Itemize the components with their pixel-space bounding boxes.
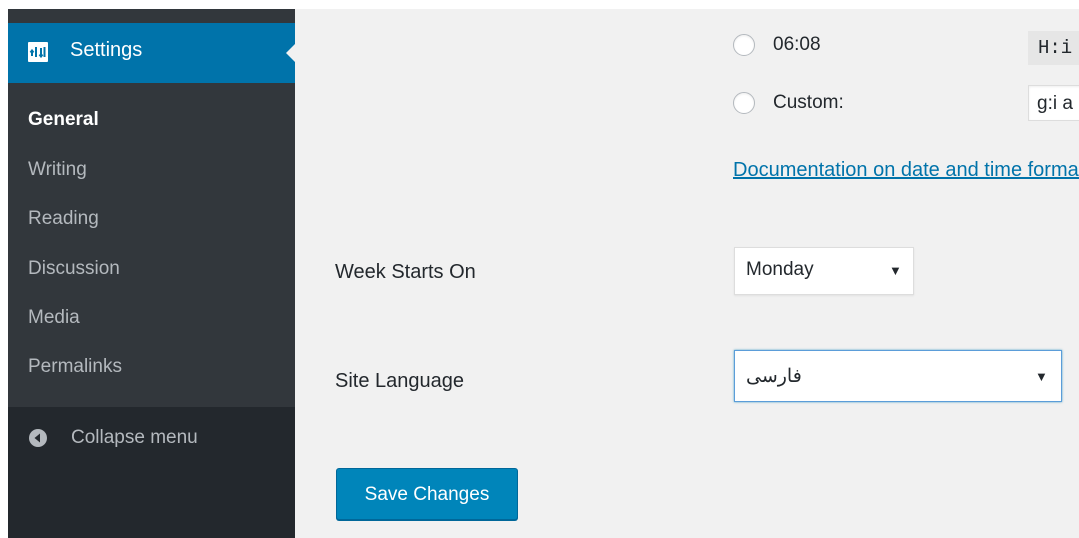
week-starts-on-select[interactable]: Monday ▼	[734, 247, 914, 295]
site-language-select[interactable]: فارسی ▼	[734, 350, 1062, 402]
radio-button[interactable]	[733, 92, 755, 114]
date-time-documentation-link[interactable]: Documentation on date and time formattin…	[733, 159, 1079, 182]
collapse-menu-button[interactable]: Collapse menu	[8, 407, 295, 471]
page-frame: Settings General Writing Reading Discuss…	[8, 9, 1079, 538]
submenu-item-reading[interactable]: Reading	[28, 208, 99, 230]
custom-time-format-input[interactable]: g:i a	[1028, 85, 1079, 121]
radio-button[interactable]	[733, 34, 755, 56]
collapse-arrow-icon	[29, 429, 47, 447]
time-format-code: H:i	[1028, 31, 1079, 65]
sidebar-top-strip	[8, 9, 295, 23]
sidebar-item-settings[interactable]: Settings	[8, 23, 295, 83]
sidebar-item-settings-label: Settings	[70, 39, 143, 61]
submenu-item-media[interactable]: Media	[28, 307, 80, 329]
dropdown-arrow-icon: ▼	[1035, 369, 1048, 384]
settings-sliders-icon	[28, 42, 48, 62]
settings-form: 06:08 H:i Custom: g:i a Documentation on…	[295, 9, 1079, 538]
site-language-label: Site Language	[335, 370, 465, 392]
week-starts-on-value: Monday	[746, 259, 814, 280]
time-format-custom-label: Custom:	[773, 92, 844, 113]
submenu-item-permalinks[interactable]: Permalinks	[28, 356, 122, 378]
submenu-item-writing[interactable]: Writing	[28, 159, 87, 181]
admin-sidebar: Settings General Writing Reading Discuss…	[8, 9, 295, 538]
week-starts-on-label: Week Starts On	[335, 261, 476, 283]
time-format-0608-label: 06:08	[773, 34, 821, 55]
submenu-item-discussion[interactable]: Discussion	[28, 258, 120, 280]
submenu-item-general[interactable]: General	[28, 109, 99, 131]
collapse-menu-label: Collapse menu	[71, 427, 198, 448]
current-menu-pointer	[286, 44, 295, 62]
settings-submenu: General Writing Reading Discussion Media…	[8, 83, 295, 407]
dropdown-arrow-icon: ▼	[889, 263, 902, 278]
save-changes-button[interactable]: Save Changes	[336, 468, 518, 520]
site-language-value: فارسی	[746, 366, 802, 387]
